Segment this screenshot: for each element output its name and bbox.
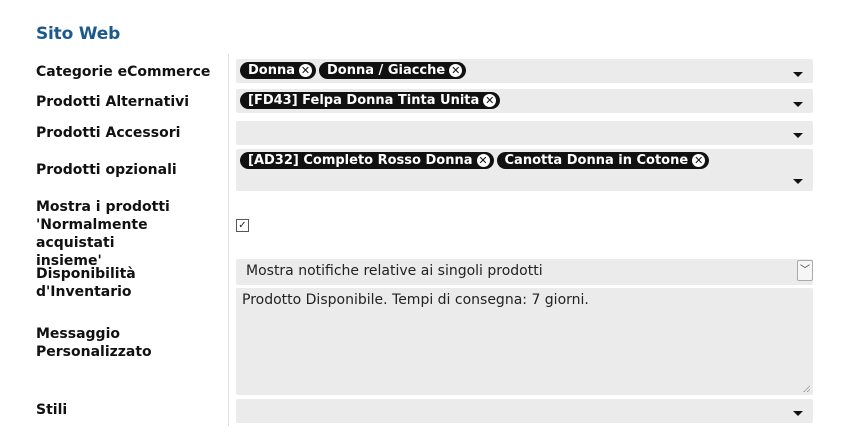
- tag-donna: Donna ✕: [240, 62, 317, 79]
- caret-down-icon[interactable]: [793, 102, 803, 107]
- alternativi-field[interactable]: [FD43] Felpa Donna Tinta Unita ✕: [236, 89, 813, 113]
- x-circle-icon[interactable]: ✕: [692, 154, 706, 167]
- messaggio-textarea[interactable]: Prodotto Disponibile. Tempi di consegna:…: [236, 288, 813, 395]
- disponibilita-value: Mostra notifiche relative ai singoli pro…: [246, 263, 543, 279]
- label-disponibilita: Disponibilità d'Inventario: [36, 266, 136, 300]
- disponibilita-select[interactable]: Mostra notifiche relative ai singoli pro…: [236, 259, 813, 285]
- messaggio-value: Prodotto Disponibile. Tempi di consegna:…: [242, 292, 589, 308]
- x-circle-icon[interactable]: ✕: [476, 154, 490, 167]
- caret-down-icon[interactable]: [793, 133, 803, 138]
- tag-ad32: [AD32] Completo Rosso Donna ✕: [240, 152, 494, 169]
- categorie-field[interactable]: Donna ✕ Donna / Giacche ✕: [236, 59, 813, 83]
- chevron-down-icon[interactable]: ﹀: [797, 260, 813, 281]
- caret-down-icon[interactable]: [793, 72, 803, 77]
- accessori-field[interactable]: [236, 121, 813, 145]
- column-divider: [228, 54, 229, 426]
- tag-canotta: Canotta Donna in Cotone ✕: [496, 152, 710, 169]
- label-messaggio: Messaggio Personalizzato: [36, 326, 152, 360]
- label-categorie: Categorie eCommerce: [36, 64, 211, 80]
- label-mostra: Mostra i prodotti 'Normalmente acquistat…: [36, 199, 170, 269]
- label-alternativi: Prodotti Alternativi: [36, 94, 190, 110]
- caret-down-icon[interactable]: [793, 411, 803, 416]
- resize-grip-icon[interactable]: [803, 385, 810, 392]
- x-circle-icon[interactable]: ✕: [299, 64, 313, 77]
- caret-down-icon[interactable]: [793, 179, 803, 184]
- label-stili: Stili: [36, 402, 68, 418]
- tag-donna-giacche: Donna / Giacche ✕: [319, 62, 467, 79]
- x-circle-icon[interactable]: ✕: [449, 64, 463, 77]
- x-circle-icon[interactable]: ✕: [483, 94, 497, 107]
- mostra-checkbox[interactable]: ✓: [236, 219, 249, 232]
- opzionali-field[interactable]: [AD32] Completo Rosso Donna ✕ Canotta Don…: [236, 149, 813, 191]
- label-accessori: Prodotti Accessori: [36, 125, 181, 141]
- stili-field[interactable]: [236, 399, 813, 423]
- section-title: Sito Web: [36, 24, 121, 44]
- label-opzionali: Prodotti opzionali: [36, 162, 177, 178]
- tag-fd43: [FD43] Felpa Donna Tinta Unita ✕: [240, 92, 501, 109]
- check-icon: ✓: [238, 220, 247, 231]
